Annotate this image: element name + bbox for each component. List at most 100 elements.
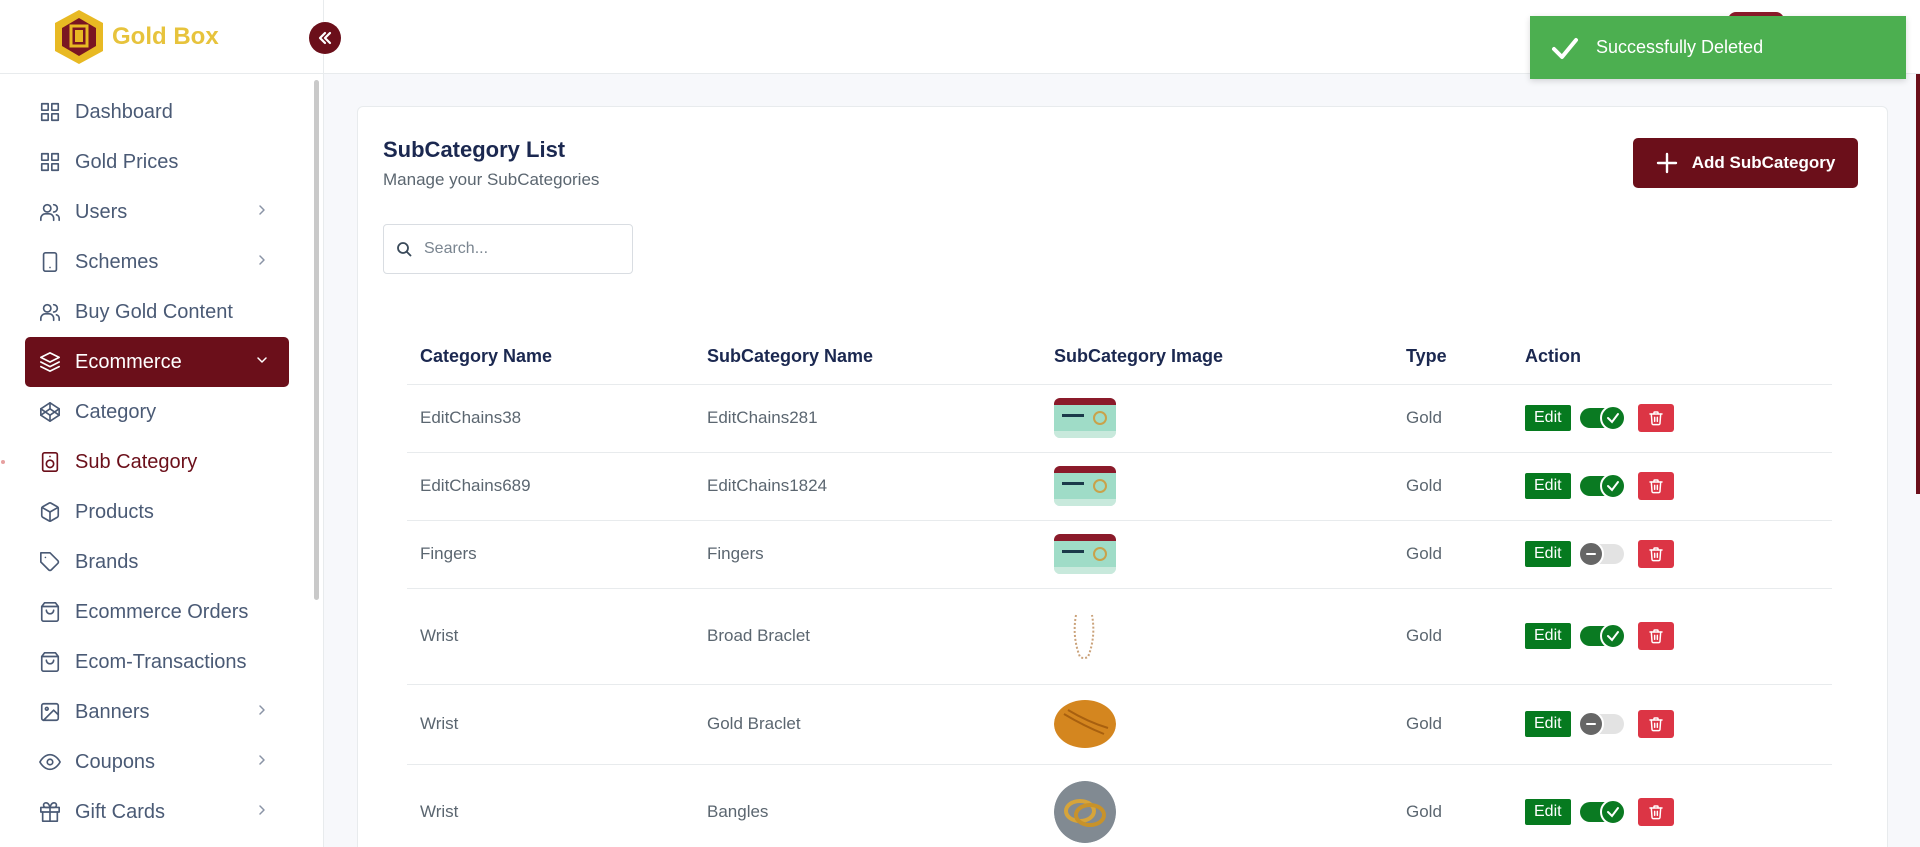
tablet-icon — [42, 252, 58, 272]
sidebar-item-label: Users — [75, 200, 128, 223]
check-icon — [1606, 807, 1619, 818]
delete-button[interactable] — [1637, 472, 1674, 500]
header-category-name[interactable]: Category Name — [407, 329, 694, 385]
sidebar-item-gift-cards[interactable]: Gift Cards — [25, 787, 289, 837]
grid-icon — [40, 152, 60, 172]
delete-button[interactable] — [1637, 710, 1674, 738]
header-subcategory-name[interactable]: SubCategory Name — [694, 329, 1041, 385]
toggle-knob — [1599, 405, 1626, 431]
sidebar-item-buy-gold-content[interactable]: Buy Gold Content — [25, 287, 289, 337]
sidebar: Gold Box Dashboard Gold Prices Users Scheme… — [0, 0, 324, 847]
sidebar-item-gold-prices[interactable]: Gold Prices — [25, 137, 289, 187]
delete-button[interactable] — [1637, 540, 1674, 568]
edit-button[interactable]: Edit — [1525, 405, 1571, 431]
status-toggle[interactable] — [1579, 623, 1626, 649]
header-action: Action — [1512, 329, 1832, 385]
sidebar-item-label: Ecom-Transactions — [75, 650, 247, 673]
table-row: Wrist Gold Braclet Gold Edit — [407, 684, 1832, 765]
success-toast[interactable]: Successfully Deleted — [1530, 16, 1906, 79]
cell-action: Edit — [1512, 764, 1832, 847]
sidebar-item-label: Category — [75, 400, 157, 423]
box-icon — [40, 502, 60, 522]
sidebar-item-ecommerce[interactable]: Ecommerce — [25, 337, 289, 387]
subcategory-image — [1054, 534, 1116, 574]
header-type[interactable]: Type — [1393, 329, 1512, 385]
collapse-sidebar-button[interactable] — [309, 22, 341, 54]
minus-icon — [1585, 723, 1596, 725]
table-row: Fingers Fingers Gold Edit — [407, 520, 1832, 589]
sidebar-item-sub-category[interactable]: Sub Category — [1, 437, 289, 487]
check-icon — [1606, 481, 1619, 492]
toggle-knob — [1599, 799, 1626, 825]
cell-subcategory-name: Broad Braclet — [694, 588, 1041, 685]
subcategory-image — [1054, 466, 1116, 506]
sidebar-item-label: Ecommerce Orders — [75, 600, 249, 623]
edit-button[interactable]: Edit — [1525, 799, 1571, 825]
check-icon — [1552, 37, 1578, 59]
sidebar-item-banners[interactable]: Banners — [25, 687, 289, 737]
toggle-knob — [1577, 711, 1604, 737]
cell-subcategory-image — [1041, 520, 1393, 589]
toast-message: Successfully Deleted — [1596, 37, 1764, 57]
check-icon — [1606, 631, 1619, 642]
cell-category-name: Wrist — [407, 684, 694, 765]
cell-category-name: EditChains38 — [407, 384, 694, 453]
status-toggle[interactable] — [1577, 711, 1624, 737]
logo-icon — [55, 9, 103, 64]
subcategory-image — [1054, 398, 1116, 438]
cell-category-name: Fingers — [407, 520, 694, 589]
minus-icon — [1585, 553, 1596, 555]
header-subcategory-image[interactable]: SubCategory Image — [1041, 329, 1393, 385]
sidebar-item-label: Ecommerce — [75, 350, 182, 373]
row-actions: Edit — [1525, 472, 1832, 500]
cell-type: Gold — [1393, 764, 1512, 847]
trash-icon — [1648, 629, 1663, 644]
sidebar-item-coupons[interactable]: Coupons — [25, 737, 289, 787]
delete-button[interactable] — [1637, 404, 1674, 432]
edit-button[interactable]: Edit — [1525, 623, 1571, 649]
check-icon — [1606, 413, 1619, 424]
subcategory-image — [1054, 781, 1116, 843]
sidebar-item-ecom-transactions[interactable]: Ecom-Transactions — [25, 637, 289, 687]
sidebar-item-users[interactable]: Users — [25, 187, 289, 237]
sidebar-item-label: Buy Gold Content — [75, 300, 233, 323]
delete-button[interactable] — [1637, 622, 1674, 650]
edit-button[interactable]: Edit — [1525, 473, 1571, 499]
sidebar-item-products[interactable]: Products — [25, 487, 289, 537]
trash-icon — [1648, 479, 1663, 494]
status-toggle[interactable] — [1577, 541, 1624, 567]
sidebar-item-ecommerce-orders[interactable]: Ecommerce Orders — [25, 587, 289, 637]
status-toggle[interactable] — [1579, 799, 1626, 825]
sidebar-item-label: Coupons — [75, 750, 156, 773]
search-input[interactable] — [424, 240, 614, 258]
toggle-knob — [1577, 541, 1604, 567]
status-toggle[interactable] — [1579, 473, 1626, 499]
layers-icon — [40, 352, 60, 372]
edit-button[interactable]: Edit — [1525, 541, 1571, 567]
edit-button[interactable]: Edit — [1525, 711, 1571, 737]
status-toggle[interactable] — [1579, 405, 1626, 431]
add-subcategory-button[interactable]: Add SubCategory — [1633, 138, 1858, 188]
delete-button[interactable] — [1637, 798, 1674, 826]
toggle-knob — [1599, 623, 1626, 649]
chevron-right-icon — [259, 805, 265, 815]
sidebar-item-schemes[interactable]: Schemes — [25, 237, 289, 287]
cell-type: Gold — [1393, 520, 1512, 589]
cell-subcategory-name: EditChains1824 — [694, 452, 1041, 521]
cell-category-name: Wrist — [407, 764, 694, 847]
page-scrollbar[interactable] — [1916, 74, 1920, 494]
sidebar-item-brands[interactable]: Brands — [25, 537, 289, 587]
chevrons-left-icon — [318, 31, 332, 45]
subcategory-image — [1054, 611, 1116, 661]
brand[interactable]: Gold Box — [0, 0, 323, 74]
page-subtitle: Manage your SubCategories — [383, 170, 600, 189]
add-subcategory-label: Add SubCategory — [1691, 153, 1836, 172]
search-icon — [397, 242, 412, 257]
row-actions: Edit — [1525, 540, 1832, 568]
sidebar-item-category[interactable]: Category — [25, 387, 289, 437]
row-actions: Edit — [1525, 404, 1832, 432]
sidebar-item-dashboard[interactable]: Dashboard — [25, 87, 289, 137]
chevron-right-icon — [259, 205, 265, 215]
search-box[interactable] — [383, 224, 633, 274]
sidebar-scrollbar[interactable] — [314, 80, 319, 600]
